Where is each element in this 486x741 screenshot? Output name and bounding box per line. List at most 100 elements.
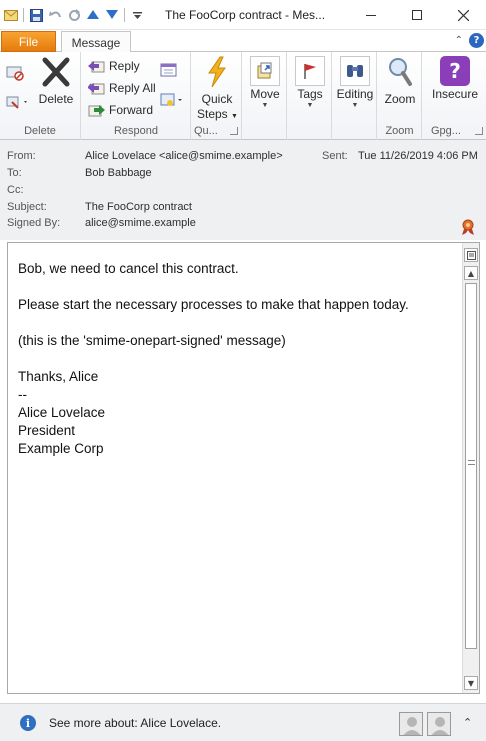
contact-avatar[interactable] xyxy=(427,712,451,736)
body-line: President xyxy=(18,423,76,438)
message-body[interactable]: Bob, we need to cancel this contract. Pl… xyxy=(7,242,480,694)
view-toggle-icon[interactable] xyxy=(464,248,478,262)
dialog-launcher-icon[interactable] xyxy=(230,127,238,135)
signed-by-value: alice@smime.example xyxy=(85,217,196,229)
move-label: Move xyxy=(250,87,280,101)
message-header: From: Alice Lovelace <alice@smime.exampl… xyxy=(0,140,486,240)
collapse-ribbon-icon[interactable]: ⌃ xyxy=(455,35,463,46)
group-tags: Tags ▼ xyxy=(288,52,332,140)
from-label: From: xyxy=(7,150,36,162)
person-icon xyxy=(403,717,421,735)
editing-icon-box xyxy=(340,56,370,86)
signature-ribbon-icon[interactable] xyxy=(461,219,475,238)
vertical-scrollbar[interactable]: ▲ ▼ xyxy=(462,243,479,693)
dropdown-icon: ▼ xyxy=(231,113,238,120)
binoculars-icon xyxy=(347,65,363,77)
ignore-icon[interactable] xyxy=(6,65,24,84)
dropdown-icon: ▼ xyxy=(351,102,359,109)
maximize-icon xyxy=(412,10,422,20)
minimize-button[interactable] xyxy=(348,0,394,30)
from-value[interactable]: Alice Lovelace <alice@smime.example> xyxy=(85,150,283,162)
person-icon xyxy=(431,717,449,735)
quick-steps-label-1: Quick xyxy=(201,92,233,106)
minimize-icon xyxy=(366,14,376,16)
envelope-icon[interactable] xyxy=(4,8,18,22)
contact-avatar[interactable] xyxy=(399,712,423,736)
move-icon xyxy=(257,62,272,79)
close-button[interactable] xyxy=(440,0,486,30)
reply-icon xyxy=(88,60,105,72)
body-line: Bob, we need to cancel this contract. xyxy=(18,261,239,276)
undo-icon[interactable] xyxy=(48,8,62,22)
quick-steps-label-2: Steps xyxy=(197,107,228,121)
forward-button[interactable]: Forward xyxy=(88,100,153,120)
reply-all-label: Reply All xyxy=(109,81,156,95)
insecure-button[interactable]: ? Insecure xyxy=(429,56,481,101)
expand-people-pane-icon[interactable]: ⌃ xyxy=(463,716,472,729)
more-respond-icon[interactable] xyxy=(160,92,184,111)
sent-label: Sent: xyxy=(322,150,348,162)
meeting-reply-icon[interactable] xyxy=(160,62,178,81)
group-quick-steps: Quick Steps ▼ Qu... xyxy=(192,52,242,140)
lightning-icon xyxy=(208,56,226,88)
dropdown-icon: ▼ xyxy=(306,102,314,109)
delete-icon xyxy=(42,57,70,87)
reply-all-icon xyxy=(88,82,105,94)
move-icon-box xyxy=(250,56,280,86)
flag-icon xyxy=(304,64,316,79)
tags-icon-box xyxy=(295,56,325,86)
from-row: From: Alice Lovelace <alice@smime.exampl… xyxy=(7,150,485,164)
zoom-label: Zoom xyxy=(384,92,416,106)
body-line: Example Corp xyxy=(18,441,104,456)
people-pane-bar: i See more about: Alice Lovelace. ⌃ xyxy=(0,703,486,741)
dropdown-icon: ▼ xyxy=(261,102,269,109)
customize-toolbar-icon[interactable] xyxy=(130,8,144,22)
tags-button[interactable]: Tags ▼ xyxy=(293,56,327,110)
tags-label: Tags xyxy=(297,87,323,101)
to-value[interactable]: Bob Babbage xyxy=(85,167,152,179)
toolbar-separator xyxy=(23,8,24,22)
group-gpg: ? Insecure Gpg... xyxy=(423,52,486,140)
help-icon[interactable]: ? xyxy=(469,33,484,48)
scroll-down-button[interactable]: ▼ xyxy=(464,676,478,690)
editing-button[interactable]: Editing ▼ xyxy=(335,56,375,110)
insecure-label: Insecure xyxy=(431,87,479,101)
quick-steps-button[interactable]: Quick Steps ▼ xyxy=(197,56,238,123)
group-move: Move ▼ xyxy=(243,52,287,140)
redo-icon[interactable] xyxy=(67,8,81,22)
tab-message[interactable]: Message xyxy=(61,31,131,53)
insecure-icon: ? xyxy=(440,56,470,86)
signed-by-label: Signed By: xyxy=(7,217,61,229)
group-delete: Delete Delete xyxy=(0,52,81,140)
maximize-button[interactable] xyxy=(394,0,440,30)
cleanup-icon[interactable] xyxy=(6,94,30,113)
scroll-thumb[interactable] xyxy=(465,283,477,649)
zoom-button[interactable]: Zoom xyxy=(381,56,419,106)
forward-icon xyxy=(88,104,105,116)
sent-value: Tue 11/26/2019 4:06 PM xyxy=(358,150,478,162)
delete-button[interactable]: Delete xyxy=(36,56,76,106)
title-bar: The FooCorp contract - Mes... xyxy=(0,0,486,30)
next-item-icon[interactable] xyxy=(105,8,119,22)
move-button[interactable]: Move ▼ xyxy=(248,56,282,110)
reply-button[interactable]: Reply xyxy=(88,56,140,76)
scroll-up-button[interactable]: ▲ xyxy=(464,266,478,280)
see-more-link[interactable]: See more about: Alice Lovelace. xyxy=(49,716,221,730)
dialog-launcher-icon[interactable] xyxy=(475,127,483,135)
window-title: The FooCorp contract - Mes... xyxy=(165,8,326,22)
forward-label: Forward xyxy=(109,103,154,117)
previous-item-icon[interactable] xyxy=(86,8,100,22)
reply-all-button[interactable]: Reply All xyxy=(88,78,156,98)
quick-access-toolbar xyxy=(4,6,144,24)
save-icon[interactable] xyxy=(29,8,43,22)
info-icon: i xyxy=(20,715,36,731)
body-line: Thanks, Alice xyxy=(18,369,99,384)
group-label-delete: Delete xyxy=(24,125,56,137)
magnifier-icon xyxy=(389,58,412,86)
message-text: Bob, we need to cancel this contract. Pl… xyxy=(18,260,409,458)
tab-file[interactable]: File xyxy=(1,31,56,52)
cc-label: Cc: xyxy=(7,184,24,196)
